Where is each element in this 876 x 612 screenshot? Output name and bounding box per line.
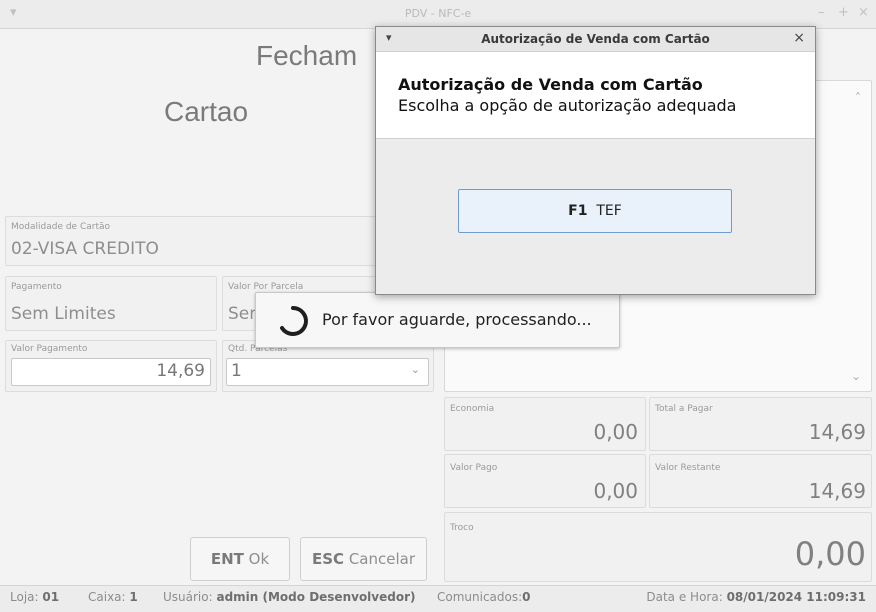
busy-indicator: Por favor aguarde, processando... bbox=[255, 292, 620, 348]
status-bar: Loja: 01 Caixa: 1 Usuário: admin (Modo D… bbox=[0, 585, 876, 612]
status-loja-label: Loja: bbox=[10, 590, 39, 604]
cancel-key: ESC bbox=[311, 550, 345, 568]
ok-label: Ok bbox=[248, 550, 270, 568]
status-comunicados-label: Comunicados: bbox=[437, 590, 523, 604]
main-window-title: PDV - NFC-e bbox=[404, 7, 472, 20]
tef-key: F1 bbox=[568, 203, 588, 219]
payment-field[interactable]: Pagamento Sem Limites bbox=[5, 276, 217, 331]
busy-message: Por favor aguarde, processando... bbox=[322, 310, 592, 329]
chevron-down-icon[interactable]: ⌄ bbox=[851, 369, 861, 383]
authorization-dialog: Autorização de Venda com Cartão ▾ × Auto… bbox=[375, 26, 816, 295]
tef-button[interactable]: F1 TEF bbox=[458, 189, 732, 233]
troco-label: Troco bbox=[450, 523, 474, 533]
payment-value: Sem Limites bbox=[11, 304, 116, 324]
status-comunicados-value: 0 bbox=[522, 590, 531, 604]
dialog-heading: Autorização de Venda com Cartão bbox=[398, 75, 703, 94]
cancel-label: Cancelar bbox=[348, 550, 416, 568]
dialog-title: Autorização de Venda com Cartão bbox=[481, 32, 710, 46]
status-comunicados[interactable]: Comunicados:0 bbox=[437, 586, 531, 608]
status-datahora-label: Data e Hora: bbox=[646, 590, 723, 604]
page-title: Fecham bbox=[256, 40, 358, 71]
status-usuario: Usuário: admin (Modo Desenvolvedor) bbox=[163, 586, 416, 608]
valor-restante-field: Valor Restante 14,69 bbox=[649, 454, 872, 508]
payment-value-input[interactable]: 14,69 bbox=[11, 358, 211, 386]
main-titlebar: PDV - NFC-e ▾ – + × bbox=[0, 0, 876, 29]
payment-value-label: Valor Pagamento bbox=[11, 344, 88, 354]
dialog-titlebar: Autorização de Venda com Cartão ▾ × bbox=[376, 27, 815, 52]
ok-button[interactable]: ENT Ok bbox=[190, 537, 290, 581]
dialog-header: Autorização de Venda com Cartão Escolha … bbox=[376, 52, 815, 139]
valor-restante-label: Valor Restante bbox=[655, 463, 721, 473]
window-menu-icon[interactable]: ▾ bbox=[386, 31, 392, 44]
total-pagar-field: Total a Pagar 14,69 bbox=[649, 397, 872, 451]
window-menu-icon[interactable]: ▾ bbox=[10, 6, 17, 20]
troco-field: Troco 0,00 bbox=[444, 512, 872, 582]
dialog-subheading: Escolha a opção de autorização adequada bbox=[398, 96, 737, 115]
installments-value: 1 bbox=[231, 361, 242, 381]
status-loja-value: 01 bbox=[42, 590, 60, 604]
close-icon[interactable]: × bbox=[858, 6, 869, 20]
valor-restante-value: 14,69 bbox=[808, 479, 866, 503]
troco-value: 0,00 bbox=[794, 535, 866, 573]
status-datahora: Data e Hora: 08/01/2024 11:09:31 bbox=[646, 586, 866, 608]
installment-value-label: Valor Por Parcela bbox=[228, 282, 304, 292]
total-pagar-value: 14,69 bbox=[808, 420, 866, 444]
economia-value: 0,00 bbox=[593, 420, 638, 444]
ok-key: ENT bbox=[210, 550, 244, 568]
cancel-button[interactable]: ESC Cancelar bbox=[300, 537, 427, 581]
spinner-icon bbox=[280, 306, 308, 336]
status-usuario-value: admin (Modo Desenvolvedor) bbox=[216, 590, 416, 604]
status-usuario-label: Usuário: bbox=[163, 590, 213, 604]
card-mode-label: Modalidade de Cartão bbox=[11, 222, 110, 232]
total-pagar-label: Total a Pagar bbox=[655, 404, 713, 414]
chevron-up-icon[interactable]: ˄ bbox=[855, 91, 861, 105]
valor-pago-field: Valor Pago 0,00 bbox=[444, 454, 646, 508]
economia-field: Economia 0,00 bbox=[444, 397, 646, 451]
tef-label: TEF bbox=[596, 203, 622, 219]
payment-value-field: Valor Pagamento 14,69 bbox=[5, 340, 217, 392]
status-caixa-value: 1 bbox=[129, 590, 138, 604]
payment-value-text: 14,69 bbox=[156, 361, 205, 381]
installments-select[interactable]: 1 ⌄ bbox=[226, 358, 429, 386]
valor-pago-label: Valor Pago bbox=[450, 463, 498, 473]
status-loja: Loja: 01 bbox=[10, 586, 59, 608]
valor-pago-value: 0,00 bbox=[593, 479, 638, 503]
payment-method-title: Cartao bbox=[164, 96, 249, 127]
card-mode-value: 02-VISA CREDITO bbox=[11, 239, 159, 259]
maximize-icon[interactable]: + bbox=[838, 6, 849, 20]
chevron-down-icon[interactable]: ⌄ bbox=[411, 363, 420, 376]
status-caixa: Caixa: 1 bbox=[88, 586, 138, 608]
status-caixa-label: Caixa: bbox=[88, 590, 126, 604]
close-icon[interactable]: × bbox=[793, 30, 805, 46]
status-datahora-value: 08/01/2024 11:09:31 bbox=[726, 590, 866, 604]
minimize-icon[interactable]: – bbox=[818, 6, 825, 20]
economia-label: Economia bbox=[450, 404, 495, 414]
payment-label: Pagamento bbox=[11, 282, 62, 292]
